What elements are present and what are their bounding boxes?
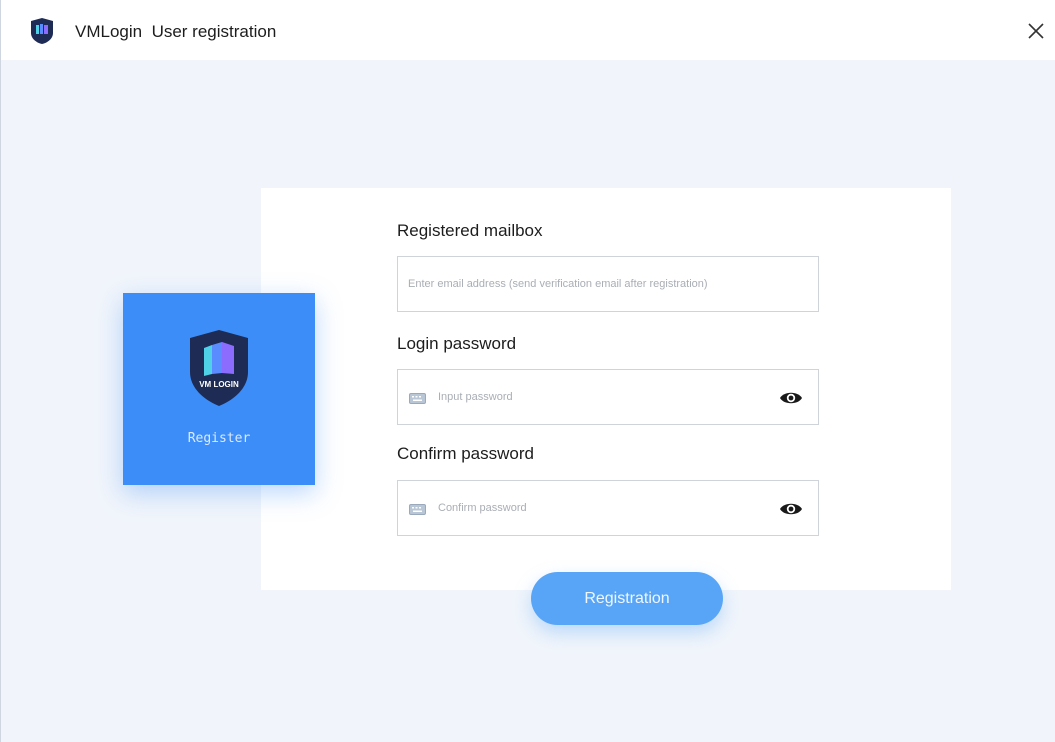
eye-icon[interactable] — [779, 499, 803, 519]
close-icon[interactable] — [1023, 18, 1049, 44]
email-label: Registered mailbox — [397, 221, 543, 240]
password-field[interactable] — [397, 369, 819, 425]
confirm-password-field[interactable] — [397, 480, 819, 536]
registration-button[interactable]: Registration — [531, 572, 723, 625]
keyboard-icon — [409, 393, 426, 404]
confirm-password-input[interactable] — [436, 481, 768, 535]
title-bar: VMLogin User registration — [1, 0, 1055, 60]
email-input[interactable] — [406, 257, 810, 311]
window-title: VMLogin User registration — [75, 22, 276, 42]
keyboard-icon — [409, 504, 426, 515]
register-label: Register — [187, 431, 251, 446]
vmlogin-logo-icon — [31, 18, 53, 44]
window-subtitle: User registration — [151, 22, 277, 41]
eye-icon[interactable] — [779, 388, 803, 408]
password-label: Login password — [397, 334, 517, 353]
register-panel: VM LOGIN Register — [123, 293, 315, 485]
vmlogin-shield-icon: VM LOGIN — [190, 330, 248, 406]
password-input[interactable] — [436, 370, 768, 424]
app-name: VMLogin — [75, 22, 143, 41]
confirm-password-label: Confirm password — [397, 444, 534, 463]
shield-logo-text: VM LOGIN — [199, 380, 239, 389]
registration-window: VMLogin User registration VM LOGIN Regis… — [0, 0, 1055, 742]
email-field[interactable] — [397, 256, 819, 312]
